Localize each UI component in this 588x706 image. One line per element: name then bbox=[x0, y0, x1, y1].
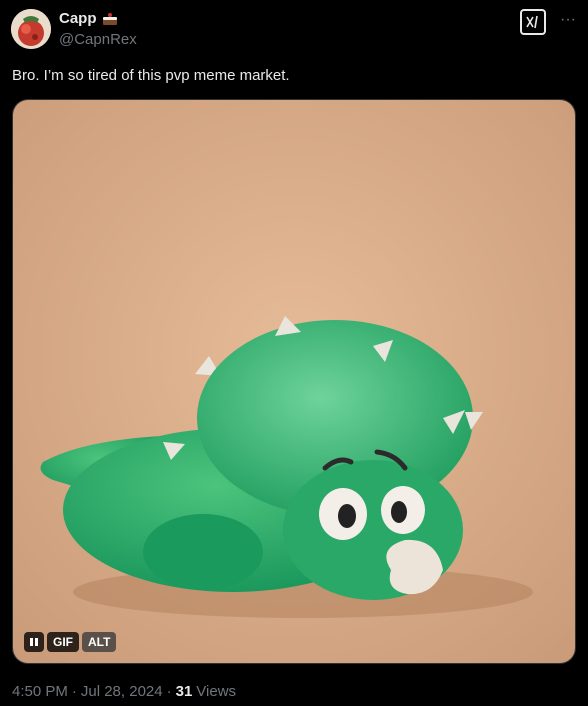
cake-emoji-icon bbox=[102, 12, 117, 25]
grok-icon bbox=[526, 15, 538, 29]
tweet-time[interactable]: 4:50 PM bbox=[12, 683, 68, 700]
pause-icon bbox=[30, 638, 38, 646]
author-handle[interactable]: @CapnRex bbox=[59, 31, 137, 48]
pause-button[interactable] bbox=[24, 632, 44, 652]
avatar[interactable] bbox=[11, 9, 51, 49]
tweet-date[interactable]: Jul 28, 2024 bbox=[81, 683, 163, 700]
more-options-icon[interactable]: ··· bbox=[557, 9, 579, 35]
alt-text-button[interactable]: ALT bbox=[82, 632, 117, 652]
gif-badge: GIF bbox=[47, 632, 79, 652]
gif-media[interactable]: GIF ALT bbox=[12, 99, 576, 664]
grok-button[interactable] bbox=[520, 9, 546, 35]
tweet-text: Bro. I’m so tired of this pvp meme marke… bbox=[12, 67, 290, 84]
tweet-meta: 4:50 PM · Jul 28, 2024 · 31 Views bbox=[12, 683, 236, 700]
dinosaur-clay-image bbox=[13, 100, 575, 663]
meta-separator: · bbox=[71, 683, 77, 700]
views-count[interactable]: 31 bbox=[176, 683, 193, 700]
views-label[interactable]: Views bbox=[196, 683, 236, 700]
avatar-image bbox=[11, 9, 51, 49]
meta-separator: · bbox=[166, 683, 172, 700]
author-display-name[interactable]: Capp bbox=[59, 10, 97, 27]
